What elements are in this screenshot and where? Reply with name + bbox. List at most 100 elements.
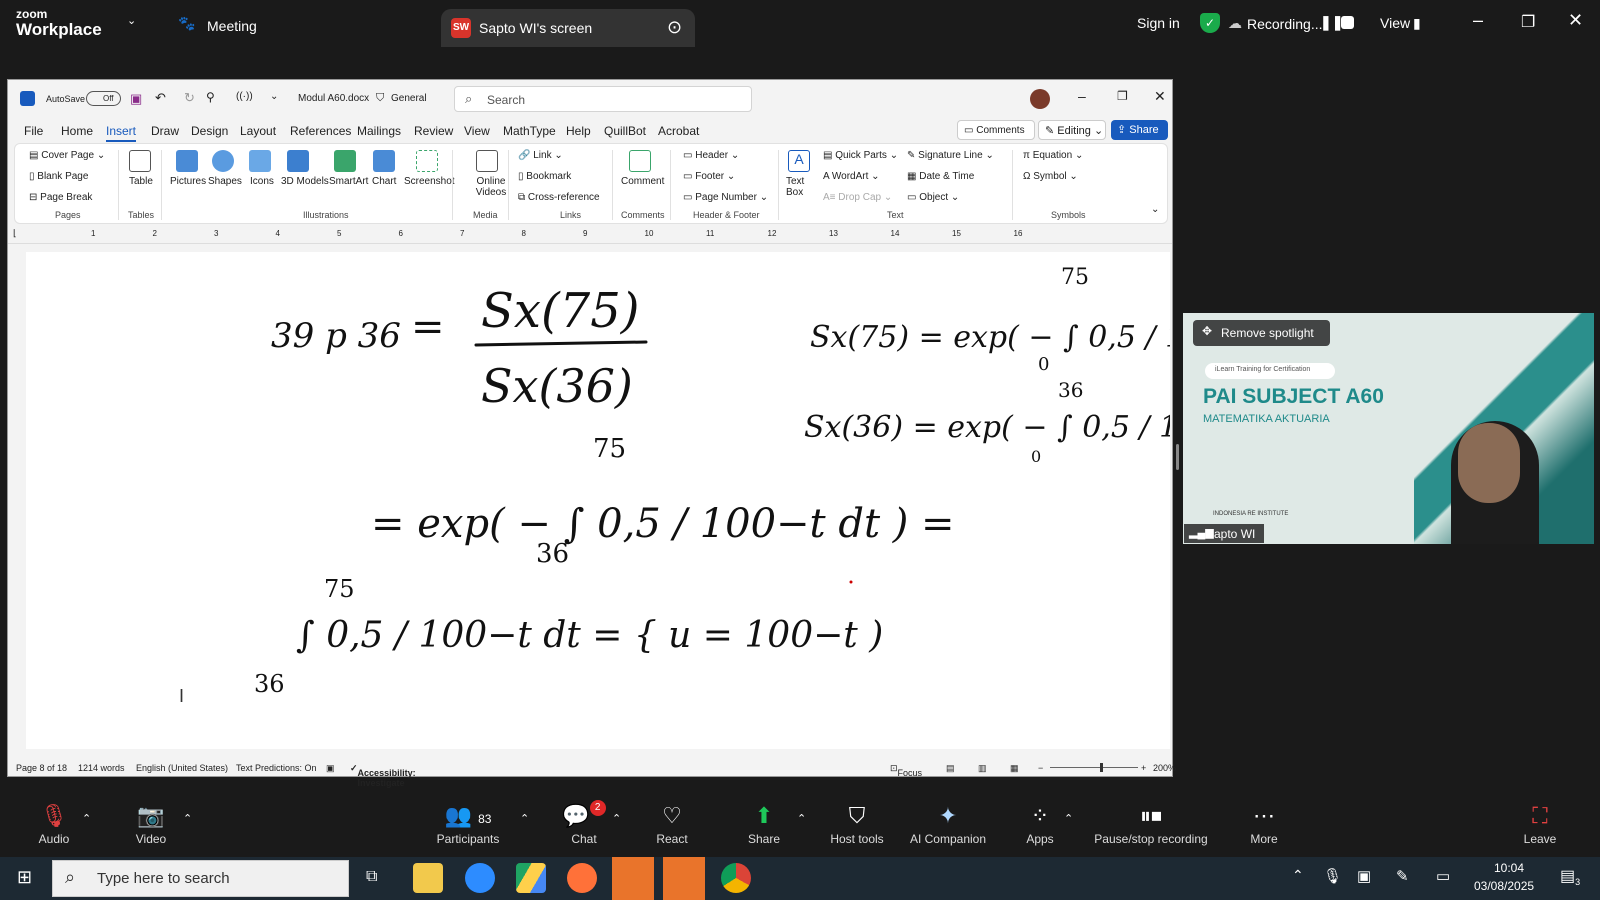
- zoom-logo[interactable]: zoom Workplace: [16, 8, 102, 38]
- tab-mathtype[interactable]: MathType: [503, 124, 556, 138]
- zoom-out-icon[interactable]: −: [1038, 763, 1043, 773]
- status-words[interactable]: 1214 words: [78, 763, 125, 773]
- display-icon[interactable]: ▭: [1436, 867, 1450, 885]
- restore-icon[interactable]: ❐: [1521, 12, 1535, 32]
- chat-options-icon[interactable]: ⌃: [612, 812, 621, 825]
- meeting-label[interactable]: Meeting: [207, 18, 257, 34]
- chart-icon[interactable]: [373, 150, 395, 172]
- outlook-icon[interactable]: [612, 857, 654, 900]
- shapes-label[interactable]: Shapes: [208, 176, 242, 187]
- macro-icon[interactable]: ▣: [326, 763, 335, 774]
- tab-mailings[interactable]: Mailings: [357, 124, 401, 138]
- zoom-app-icon[interactable]: [465, 863, 495, 893]
- equation-button[interactable]: π Equation ⌄: [1023, 150, 1083, 161]
- tab-home[interactable]: Home: [61, 124, 93, 138]
- close-icon[interactable]: ✕: [1154, 88, 1166, 105]
- screenshot-label[interactable]: Screenshot: [404, 176, 455, 187]
- remove-spotlight-button[interactable]: ✥ Remove spotlight: [1193, 320, 1330, 346]
- notifications-icon[interactable]: ▤3: [1560, 866, 1580, 887]
- text-box-label[interactable]: Text Box: [786, 176, 814, 198]
- tab-file[interactable]: File: [24, 124, 43, 138]
- tab-view[interactable]: View: [464, 124, 490, 138]
- online-videos-label[interactable]: Online Videos: [461, 176, 521, 198]
- google-drive-icon[interactable]: [516, 863, 546, 893]
- speaker-video-tile[interactable]: ✥ Remove spotlight iLearn Training for Ce…: [1183, 313, 1594, 544]
- table-icon[interactable]: [129, 150, 151, 172]
- minimize-icon[interactable]: –: [1078, 88, 1086, 104]
- ai-companion-button[interactable]: ✦ AI Companion: [900, 800, 996, 846]
- table-button-label[interactable]: Table: [129, 176, 153, 187]
- header-button[interactable]: ▭ Header ⌄: [683, 150, 739, 161]
- save-icon[interactable]: ▣: [130, 91, 142, 107]
- drop-cap-button[interactable]: A≡ Drop Cap ⌄: [823, 192, 892, 203]
- collapse-ribbon-icon[interactable]: ⌄: [1151, 204, 1159, 215]
- file-explorer-icon[interactable]: [413, 863, 443, 893]
- tab-design[interactable]: Design: [191, 124, 228, 138]
- host-tools-button[interactable]: ⛉ Host tools: [809, 800, 905, 846]
- status-page[interactable]: Page 8 of 18: [16, 763, 67, 773]
- pictures-icon[interactable]: [176, 150, 198, 172]
- bookmark-button[interactable]: ▯ Bookmark: [518, 171, 571, 182]
- taskbar-search[interactable]: ⌕ Type here to search: [52, 860, 349, 897]
- document-page[interactable]: 39 p 36 = Sx(75) Sx(36) 75 = exp( − ∫ 0,…: [26, 252, 1170, 749]
- tab-layout[interactable]: Layout: [240, 124, 276, 138]
- tab-review[interactable]: Review: [414, 124, 453, 138]
- format-painter-icon[interactable]: ⚲: [206, 90, 215, 104]
- stop-recording-icon[interactable]: [1341, 16, 1354, 29]
- document-name[interactable]: Modul A60.docx: [298, 93, 369, 104]
- share-options-icon[interactable]: ⌃: [797, 812, 806, 825]
- cross-reference-button[interactable]: ⧉ Cross-reference: [518, 192, 600, 203]
- status-predictions[interactable]: Text Predictions: On: [236, 763, 317, 773]
- tab-quillbot[interactable]: QuillBot: [604, 124, 646, 138]
- footer-button[interactable]: ▭ Footer ⌄: [683, 171, 735, 182]
- avatar[interactable]: [1030, 89, 1050, 109]
- apps-options-icon[interactable]: ⌃: [1064, 812, 1073, 825]
- icons-icon[interactable]: [249, 150, 271, 172]
- close-icon[interactable]: ✕: [1568, 10, 1583, 31]
- tab-help[interactable]: Help: [566, 124, 591, 138]
- zoom-in-icon[interactable]: +: [1141, 763, 1146, 773]
- customize-toolbar-icon[interactable]: ⌄: [270, 91, 278, 102]
- comments-button[interactable]: ▭ Comments: [957, 120, 1035, 140]
- leave-button[interactable]: ⛶ Leave: [1500, 800, 1580, 846]
- view-icon[interactable]: ▮: [1413, 15, 1421, 32]
- screenshot-icon[interactable]: [416, 150, 438, 172]
- date-time-button[interactable]: ▦ Date & Time: [907, 171, 974, 182]
- redo-icon[interactable]: ↻: [184, 90, 195, 106]
- chevron-down-icon[interactable]: ⌄: [127, 14, 136, 27]
- tab-draw[interactable]: Draw: [151, 124, 179, 138]
- tab-acrobat[interactable]: Acrobat: [658, 124, 699, 138]
- zoom-slider-thumb[interactable]: [1100, 763, 1103, 772]
- web-layout-icon[interactable]: ▦: [1010, 763, 1019, 774]
- restore-icon[interactable]: ❐: [1117, 89, 1128, 103]
- sign-in-link[interactable]: Sign in: [1137, 15, 1180, 31]
- clock-date[interactable]: 03/08/2025: [1474, 879, 1534, 893]
- accessibility-status[interactable]: ✓ Accessibility: Investigate: [350, 763, 416, 788]
- share-button[interactable]: ⇪ Share: [1111, 120, 1168, 140]
- text-box-icon[interactable]: A: [788, 150, 810, 172]
- windows-start-icon[interactable]: ⊞: [17, 867, 32, 888]
- tab-selector-icon[interactable]: ⌊: [13, 228, 17, 239]
- status-language[interactable]: English (United States): [136, 763, 228, 773]
- audio-options-icon[interactable]: ⌃: [82, 812, 91, 825]
- autosave-toggle[interactable]: Off: [86, 91, 121, 106]
- symbol-button[interactable]: Ω Symbol ⌄: [1023, 171, 1078, 182]
- video-options-icon[interactable]: ⌃: [183, 812, 192, 825]
- vertical-ruler[interactable]: [8, 248, 26, 750]
- icons-label[interactable]: Icons: [250, 176, 274, 187]
- undo-icon[interactable]: ↶: [155, 90, 166, 106]
- quick-parts-button[interactable]: ▤ Quick Parts ⌄: [823, 150, 898, 161]
- participants-options-icon[interactable]: ⌃: [520, 812, 529, 825]
- minimize-icon[interactable]: –: [1473, 10, 1483, 31]
- teams-icon[interactable]: [663, 857, 705, 900]
- link-button[interactable]: 🔗 Link ⌄: [518, 150, 563, 161]
- clock-time[interactable]: 10:04: [1494, 861, 1524, 875]
- print-layout-icon[interactable]: ▥: [978, 763, 987, 774]
- firefox-icon[interactable]: [567, 863, 597, 893]
- shapes-icon[interactable]: [212, 150, 234, 172]
- comment-label[interactable]: Comment: [621, 176, 664, 187]
- smartart-icon[interactable]: [334, 150, 356, 172]
- microphone-icon[interactable]: 🎙: [1323, 867, 1342, 885]
- wordart-button[interactable]: A WordArt ⌄: [823, 171, 880, 182]
- task-view-icon[interactable]: ⧉: [366, 868, 377, 886]
